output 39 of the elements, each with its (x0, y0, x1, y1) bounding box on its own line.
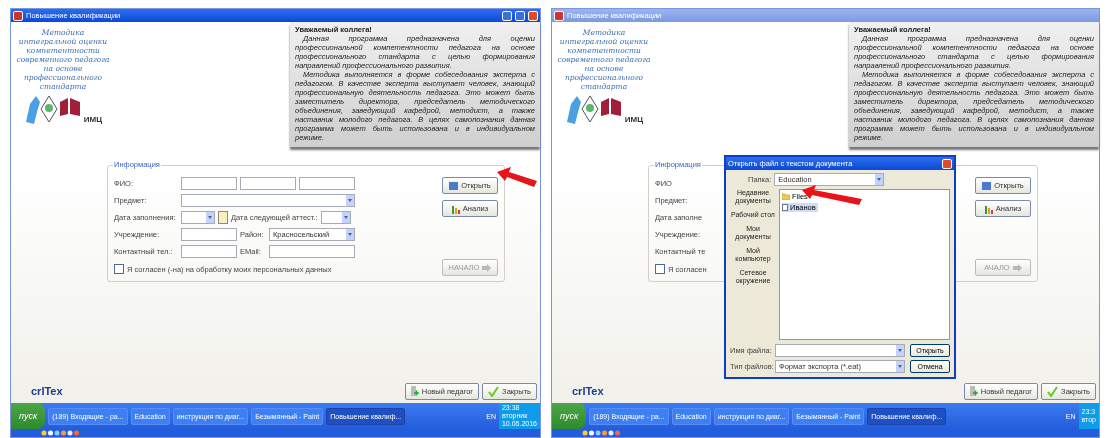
text-field[interactable] (269, 245, 355, 258)
person-icon (969, 386, 978, 397)
checkbox[interactable] (655, 264, 665, 274)
close-button[interactable] (528, 10, 538, 21)
start-menu-button[interactable]: пуск (11, 403, 46, 429)
filename-field[interactable] (775, 344, 905, 357)
logo-text: crITex (572, 385, 604, 397)
dropdown-field[interactable] (181, 194, 355, 207)
emblem-drawing (564, 94, 623, 124)
person-icon (410, 386, 419, 397)
text-field[interactable] (240, 177, 296, 190)
start-menu-button[interactable]: пуск (552, 403, 587, 429)
minimize-button[interactable] (502, 10, 512, 21)
check-icon (488, 386, 500, 397)
document-icon (782, 204, 788, 211)
calendar-icon[interactable] (218, 211, 228, 224)
arrow-icon (482, 263, 492, 272)
logo-text: crITex (31, 385, 63, 397)
date-field[interactable] (320, 211, 351, 224)
text-field[interactable] (181, 228, 237, 241)
maximize-button[interactable] (515, 10, 525, 21)
arrow-icon (1012, 263, 1022, 272)
logo-label: ИМЦ (624, 115, 644, 124)
text-field[interactable] (181, 177, 237, 190)
close-button[interactable] (942, 158, 952, 169)
pointer-arrow (497, 167, 537, 189)
quick-launch-icons (41, 430, 81, 436)
text-field[interactable] (299, 177, 355, 190)
app-icon (13, 10, 23, 21)
check-icon (1047, 386, 1059, 397)
bar-chart-icon (984, 203, 993, 214)
bar-chart-icon (451, 203, 460, 214)
logo-label: ИМЦ (83, 115, 103, 124)
checkbox[interactable] (114, 264, 124, 274)
date-field[interactable] (181, 211, 215, 224)
text-field[interactable] (181, 245, 237, 258)
quick-launch-icons (582, 430, 622, 436)
emblem-drawing (23, 94, 82, 124)
app-icon (554, 10, 564, 21)
